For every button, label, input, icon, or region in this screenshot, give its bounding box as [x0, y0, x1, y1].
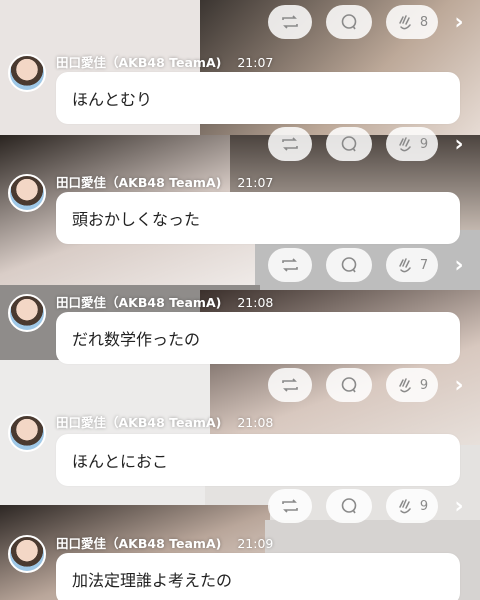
post-meta: 田口愛佳（AKB48 TeamA) 21:07 — [56, 172, 273, 191]
message-text: 頭おかしくなった — [72, 210, 201, 229]
avatar — [8, 294, 46, 332]
clap-icon — [399, 258, 411, 273]
comment-button[interactable] — [326, 127, 372, 161]
message-bubble: 頭おかしくなった — [56, 192, 460, 244]
post-action-bar: 9 › — [268, 367, 466, 403]
clap-icon — [399, 137, 411, 152]
message-bubble: ほんとにおこ — [56, 434, 460, 486]
clap-icon — [399, 378, 411, 393]
repost-icon — [282, 15, 298, 29]
repost-icon — [282, 499, 298, 513]
repost-button[interactable] — [268, 127, 312, 161]
author-name: 田口愛佳（AKB48 TeamA) — [56, 415, 222, 430]
clap-count: 9 — [419, 136, 429, 152]
post-time: 21:07 — [237, 55, 274, 70]
post-action-bar: 7 › — [268, 247, 466, 283]
post-time: 21:08 — [237, 295, 274, 310]
author-name: 田口愛佳（AKB48 TeamA) — [56, 55, 222, 70]
post-action-bar: 9 › — [268, 488, 466, 524]
post-time: 21:08 — [237, 415, 274, 430]
repost-icon — [282, 258, 298, 272]
post-meta: 田口愛佳（AKB48 TeamA) 21:08 — [56, 292, 273, 311]
chevron-right-icon[interactable]: › — [452, 373, 466, 398]
comment-button[interactable] — [326, 368, 372, 402]
message-text: 加法定理誰よ考えたの — [72, 571, 233, 590]
clap-count: 7 — [419, 257, 429, 273]
post-time: 21:09 — [237, 536, 274, 551]
top-action-bar: 8 › — [268, 4, 466, 40]
clap-icon — [399, 15, 411, 30]
author-name: 田口愛佳（AKB48 TeamA) — [56, 295, 222, 310]
post-action-bar: 9 › — [268, 126, 466, 162]
comment-button[interactable] — [326, 248, 372, 282]
clap-count: 9 — [419, 498, 429, 514]
clap-count: 8 — [419, 14, 429, 30]
repost-button[interactable] — [268, 368, 312, 402]
comment-bubble-icon — [341, 136, 357, 152]
clap-button[interactable]: 7 — [386, 248, 438, 282]
chevron-right-icon[interactable]: › — [452, 253, 466, 278]
clap-count: 9 — [419, 377, 429, 393]
clap-button[interactable]: 9 — [386, 489, 438, 523]
chevron-right-icon[interactable]: › — [452, 494, 466, 519]
chevron-right-icon[interactable]: › — [452, 10, 466, 35]
repost-icon — [282, 137, 298, 151]
comment-bubble-icon — [341, 14, 357, 30]
post-time: 21:07 — [237, 175, 274, 190]
message-bubble: だれ数学作ったの — [56, 312, 460, 364]
post-meta: 田口愛佳（AKB48 TeamA) 21:07 — [56, 52, 273, 71]
repost-button[interactable] — [268, 248, 312, 282]
clap-button[interactable]: 9 — [386, 368, 438, 402]
avatar — [8, 414, 46, 452]
avatar — [8, 174, 46, 212]
post-meta: 田口愛佳（AKB48 TeamA) 21:08 — [56, 412, 273, 431]
clap-button[interactable]: 8 — [386, 5, 438, 39]
author-name: 田口愛佳（AKB48 TeamA) — [56, 536, 222, 551]
comment-bubble-icon — [341, 377, 357, 393]
chevron-right-icon[interactable]: › — [452, 132, 466, 157]
repost-button[interactable] — [268, 5, 312, 39]
repost-icon — [282, 378, 298, 392]
message-text: だれ数学作ったの — [72, 330, 201, 349]
avatar — [8, 535, 46, 573]
clap-button[interactable]: 9 — [386, 127, 438, 161]
comment-bubble-icon — [341, 498, 357, 514]
avatar — [8, 54, 46, 92]
author-name: 田口愛佳（AKB48 TeamA) — [56, 175, 222, 190]
clap-icon — [399, 499, 411, 514]
message-bubble: ほんとむり — [56, 72, 460, 124]
message-text: ほんとむり — [72, 90, 153, 109]
comment-button[interactable] — [326, 489, 372, 523]
message-bubble: 加法定理誰よ考えたの — [56, 553, 460, 600]
comment-button[interactable] — [326, 5, 372, 39]
comment-bubble-icon — [341, 257, 357, 273]
post-meta: 田口愛佳（AKB48 TeamA) 21:09 — [56, 533, 273, 552]
repost-button[interactable] — [268, 489, 312, 523]
message-text: ほんとにおこ — [72, 452, 169, 471]
